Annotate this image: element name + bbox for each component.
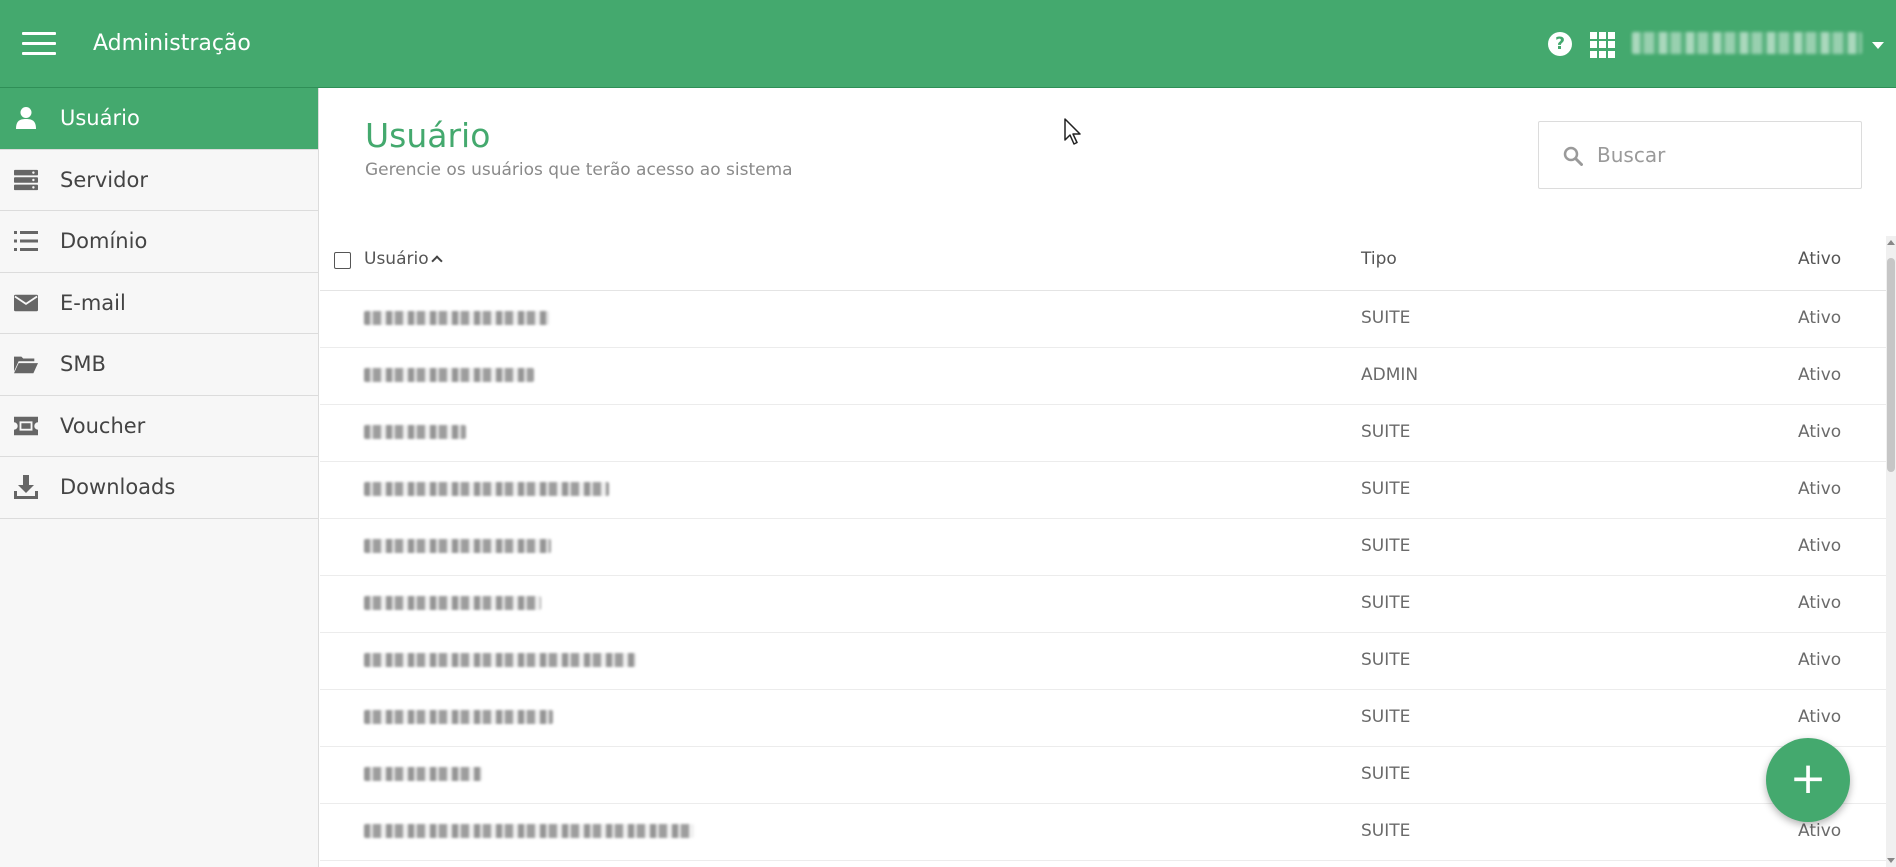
user-status: Ativo [1798, 821, 1842, 841]
question-circle-icon[interactable]: ? [1548, 32, 1572, 56]
download-icon [14, 475, 38, 500]
hamburger-menu-icon[interactable] [22, 32, 56, 56]
table-row[interactable]: SUITE Ativo [320, 690, 1886, 747]
table-row[interactable]: ADMIN Ativo [320, 348, 1886, 405]
redacted-user-name [364, 311, 549, 327]
table-row[interactable]: SUITE Ativo [320, 519, 1886, 576]
sidebar-item-email[interactable]: E-mail [0, 273, 318, 334]
redacted-user-name [364, 425, 466, 441]
user-status: Ativo [1798, 422, 1842, 442]
add-user-button[interactable]: + [1766, 738, 1850, 822]
redacted-user-name [364, 767, 482, 783]
sidebar-item-label: E-mail [60, 290, 126, 315]
redacted-user-name [364, 710, 553, 726]
column-header-tipo[interactable]: Tipo [1361, 249, 1397, 269]
user-type: SUITE [1361, 479, 1411, 499]
user-status: Ativo [1798, 308, 1842, 328]
search-icon [1563, 146, 1583, 166]
table-row[interactable]: SUITE Ativo [320, 804, 1886, 861]
caret-down-icon[interactable] [1872, 42, 1884, 49]
table-row[interactable]: SUITE Ativo [320, 405, 1886, 462]
sidebar-item-label: SMB [60, 352, 106, 377]
sidebar-item-servidor[interactable]: Servidor [0, 150, 318, 211]
sidebar-item-smb[interactable]: SMB [0, 334, 318, 396]
redacted-user-name [1632, 32, 1862, 54]
redacted-user-name [364, 596, 541, 612]
users-table: Usuário Tipo Ativo SUITE Ativo ADMIN Ati… [320, 229, 1886, 861]
user-account-menu[interactable] [1632, 32, 1862, 54]
user-type: SUITE [1361, 593, 1411, 613]
search-box[interactable] [1538, 121, 1862, 189]
sidebar-item-label: Servidor [60, 167, 148, 192]
user-type: SUITE [1361, 707, 1411, 727]
user-status: Ativo [1798, 536, 1842, 556]
user-status: Ativo [1798, 707, 1842, 727]
user-type: ADMIN [1361, 365, 1419, 385]
column-header-label: Usuário [364, 249, 429, 269]
sidebar-item-dominio[interactable]: Domínio [0, 211, 318, 273]
select-all-checkbox[interactable] [334, 252, 351, 269]
sidebar-item-voucher[interactable]: Voucher [0, 396, 318, 457]
sidebar-item-label: Voucher [60, 413, 146, 438]
column-header-usuario[interactable]: Usuário [364, 249, 443, 269]
sidebar-item-downloads[interactable]: Downloads [0, 457, 318, 519]
user-status: Ativo [1798, 650, 1842, 670]
user-status: Ativo [1798, 479, 1842, 499]
page-subtitle: Gerencie os usuários que terão acesso ao… [365, 160, 793, 180]
top-bar: Administração ? [0, 0, 1896, 88]
scroll-up-arrow-icon[interactable] [1887, 240, 1895, 245]
user-type: SUITE [1361, 308, 1411, 328]
folder-open-icon [14, 352, 38, 376]
table-row[interactable]: SUITE Ativo [320, 576, 1886, 633]
sort-ascending-icon [430, 255, 443, 267]
user-type: SUITE [1361, 764, 1411, 784]
redacted-user-name [364, 539, 551, 555]
table-row[interactable]: SUITE Ativo [320, 633, 1886, 690]
user-type: SUITE [1361, 422, 1411, 442]
main-content: Usuário Gerencie os usuários que terão a… [320, 88, 1896, 867]
redacted-user-name [364, 368, 534, 384]
table-row[interactable]: SUITE Ativo [320, 462, 1886, 519]
redacted-user-name [364, 653, 636, 669]
user-status: Ativo [1798, 365, 1842, 385]
table-header: Usuário Tipo Ativo [320, 229, 1886, 291]
redacted-user-name [364, 824, 694, 840]
sidebar-item-label: Downloads [60, 475, 176, 500]
column-header-ativo[interactable]: Ativo [1798, 249, 1841, 269]
redacted-user-name [364, 482, 609, 498]
search-input[interactable] [1597, 136, 1847, 174]
ticket-icon [14, 414, 38, 438]
vertical-scrollbar[interactable] [1886, 236, 1896, 867]
user-type: SUITE [1361, 536, 1411, 556]
user-status: Ativo [1798, 593, 1842, 613]
table-row[interactable]: SUITE [320, 747, 1886, 804]
sidebar-item-usuario[interactable]: Usuário [0, 88, 318, 150]
user-type: SUITE [1361, 650, 1411, 670]
sidebar-item-label: Domínio [60, 229, 148, 254]
list-icon [14, 229, 38, 253]
user-type: SUITE [1361, 821, 1411, 841]
scroll-down-arrow-icon[interactable] [1887, 858, 1895, 863]
mouse-cursor-icon [1064, 118, 1084, 146]
table-row[interactable]: SUITE Ativo [320, 291, 1886, 348]
page-title: Usuário [365, 116, 491, 155]
server-icon [14, 168, 38, 192]
envelope-icon [14, 291, 38, 315]
scrollbar-thumb[interactable] [1887, 258, 1895, 472]
app-title: Administração [93, 31, 251, 56]
user-icon [14, 106, 38, 130]
apps-grid-icon[interactable] [1590, 32, 1616, 58]
sidebar-item-label: Usuário [60, 106, 140, 131]
sidebar: Usuário Servidor Domínio E-mail SMB Vouc… [0, 88, 319, 867]
